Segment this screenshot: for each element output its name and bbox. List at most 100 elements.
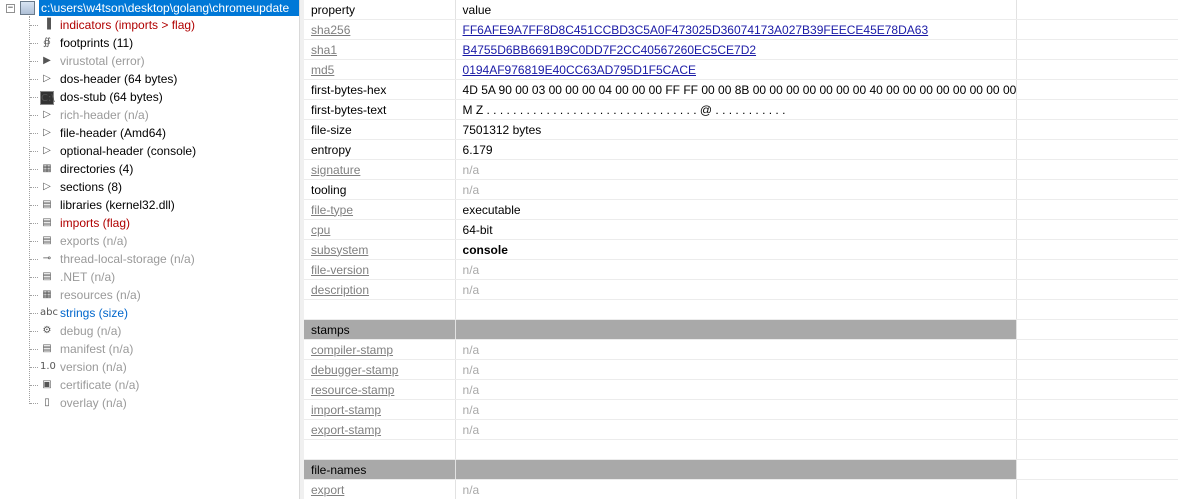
table-row[interactable]: sha256 FF6AFE9A7FF8D8C451CCBD3C5A0F473025… (304, 19, 1178, 40)
table-row[interactable]: debugger-stamp n/a (304, 359, 1178, 380)
table-row[interactable]: md5 0194AF976819E40CC63AD795D1F5CACE (304, 59, 1178, 80)
expand-arrow-icon[interactable]: ▷ (40, 72, 54, 86)
expand-arrow-icon[interactable]: ▷ (40, 108, 54, 122)
tree-item-label: overlay (n/a) (60, 396, 127, 410)
value-cell: n/a (455, 339, 1018, 360)
expand-arrow-icon[interactable]: ▷ (40, 144, 54, 158)
table-row[interactable]: compiler-stamp n/a (304, 339, 1178, 360)
value-sha256[interactable]: FF6AFE9A7FF8D8C451CCBD3C5A0F473025D36074… (463, 23, 929, 37)
tree-item-version[interactable]: 1.0 version (n/a) (0, 358, 299, 376)
tree-item-resources[interactable]: ▦ resources (n/a) (0, 286, 299, 304)
property-cpu[interactable]: cpu (311, 223, 330, 237)
tree-item-sections[interactable]: ▷ sections (8) (0, 178, 299, 196)
tree-item-label: thread-local-storage (n/a) (60, 252, 195, 266)
table-row[interactable]: import-stamp n/a (304, 399, 1178, 420)
property-cell: compiler-stamp (304, 339, 456, 360)
tree-item-directories[interactable]: ▦ directories (4) (0, 160, 299, 178)
tree-item-libraries[interactable]: ▤ libraries (kernel32.dll) (0, 196, 299, 214)
tree-item-imports[interactable]: ▤ imports (flag) (0, 214, 299, 232)
empty-cell (1016, 399, 1178, 420)
table-row[interactable]: tooling n/a (304, 179, 1178, 200)
tree-item-manifest[interactable]: ▤ manifest (n/a) (0, 340, 299, 358)
tree-root-label[interactable]: c:\users\w4tson\desktop\golang\chromeupd… (39, 0, 299, 16)
property-cell: description (304, 279, 456, 300)
table-row[interactable]: resource-stamp n/a (304, 379, 1178, 400)
property-signature[interactable]: signature (311, 163, 360, 177)
tree-item-label: .NET (n/a) (60, 270, 116, 284)
property-file-type[interactable]: file-type (311, 203, 353, 217)
tree-connector (30, 115, 38, 116)
tree-item-tls[interactable]: ⊸ thread-local-storage (n/a) (0, 250, 299, 268)
property-sha1[interactable]: sha1 (311, 43, 337, 57)
property-sha256[interactable]: sha256 (311, 23, 350, 37)
tree-item-footprints[interactable]: ∯ footprints (11) (0, 34, 299, 52)
properties-grid: property value sha256 FF6AFE9A7FF8D8C451C… (304, 0, 1178, 499)
property-export[interactable]: export (311, 483, 344, 497)
table-row[interactable]: first-bytes-text M Z . . . . . . . . . . … (304, 99, 1178, 120)
tree-item-dos-header[interactable]: ▷ dos-header (64 bytes) (0, 70, 299, 88)
table-row[interactable]: entropy 6.179 (304, 139, 1178, 160)
table-row[interactable]: file-type executable (304, 199, 1178, 220)
tree-item-virustotal[interactable]: ▶ virustotal (error) (0, 52, 299, 70)
table-row[interactable]: export n/a (304, 479, 1178, 499)
section-cell (455, 319, 1018, 340)
table-row[interactable]: export-stamp n/a (304, 419, 1178, 440)
empty-cell (1016, 219, 1178, 240)
property-resource-stamp[interactable]: resource-stamp (311, 383, 394, 397)
table-row[interactable]: file-size 7501312 bytes (304, 119, 1178, 140)
property-description[interactable]: description (311, 283, 369, 297)
property-cell: import-stamp (304, 399, 456, 420)
tree-connector (30, 223, 38, 224)
property-import-stamp[interactable]: import-stamp (311, 403, 381, 417)
tree-item-strings[interactable]: abc strings (size) (0, 304, 299, 322)
certificate-icon: ▣ (42, 379, 52, 390)
table-header-row: property value (304, 0, 1178, 20)
value-md5[interactable]: 0194AF976819E40CC63AD795D1F5CACE (463, 63, 696, 77)
tree-item-optional-header[interactable]: ▷ optional-header (console) (0, 142, 299, 160)
tree-item-exports[interactable]: ▤ exports (n/a) (0, 232, 299, 250)
empty-cell (1016, 259, 1178, 280)
table-row[interactable]: signature n/a (304, 159, 1178, 180)
expand-arrow-icon[interactable]: ▷ (40, 126, 54, 140)
empty-cell (1016, 199, 1178, 220)
column-header-value[interactable]: value (455, 0, 1018, 20)
table-row[interactable]: sha1 B4755D6BB6691B9C0DD7F2CC40567260EC5C… (304, 39, 1178, 60)
table-row[interactable]: subsystem console (304, 239, 1178, 260)
tree-item-indicators[interactable]: ▐ indicators (imports > flag) (0, 16, 299, 34)
value-sha1[interactable]: B4755D6BB6691B9C0DD7F2CC40567260EC5CE7D2 (463, 43, 757, 57)
value-file-version: n/a (462, 262, 480, 277)
table-row[interactable]: file-version n/a (304, 259, 1178, 280)
tree-item-dotnet[interactable]: ▤ .NET (n/a) (0, 268, 299, 286)
property-debugger-stamp[interactable]: debugger-stamp (311, 363, 398, 377)
column-header-property[interactable]: property (304, 0, 456, 20)
tree-item-debug[interactable]: ⚙ debug (n/a) (0, 322, 299, 340)
value-cell: n/a (455, 159, 1018, 180)
table-row[interactable]: first-bytes-hex 4D 5A 90 00 03 00 00 00 0… (304, 79, 1178, 100)
table-row[interactable]: description n/a (304, 279, 1178, 300)
property-subsystem[interactable]: subsystem (311, 243, 368, 257)
table-row[interactable]: cpu 64-bit (304, 219, 1178, 240)
property-compiler-stamp[interactable]: compiler-stamp (311, 343, 393, 357)
tree-item-certificate[interactable]: ▣ certificate (n/a) (0, 376, 299, 394)
property-cell: signature (304, 159, 456, 180)
footprints-icon: ∯ (43, 37, 51, 48)
tree-item-dos-stub[interactable]: C:\ dos-stub (64 bytes) (0, 88, 299, 106)
property-md5[interactable]: md5 (311, 63, 334, 77)
value-cell: n/a (455, 179, 1018, 200)
strings-icon: abc (40, 307, 58, 318)
property-file-version[interactable]: file-version (311, 263, 369, 277)
property-cell: file-size (304, 119, 456, 140)
empty-cell (1016, 79, 1178, 100)
value-export: n/a (462, 482, 480, 497)
tree-item-label: optional-header (console) (60, 144, 197, 158)
empty-cell (1016, 239, 1178, 260)
property-export-stamp[interactable]: export-stamp (311, 423, 381, 437)
expand-arrow-icon[interactable]: ▷ (40, 180, 54, 194)
tree-connector (30, 25, 38, 26)
tree-item-rich-header[interactable]: ▷ rich-header (n/a) (0, 106, 299, 124)
property-cell: subsystem (304, 239, 456, 260)
collapse-icon[interactable]: − (6, 4, 15, 13)
tree-item-file-header[interactable]: ▷ file-header (Amd64) (0, 124, 299, 142)
property-cell: debugger-stamp (304, 359, 456, 380)
tree-item-overlay[interactable]: ▯ overlay (n/a) (0, 394, 299, 412)
